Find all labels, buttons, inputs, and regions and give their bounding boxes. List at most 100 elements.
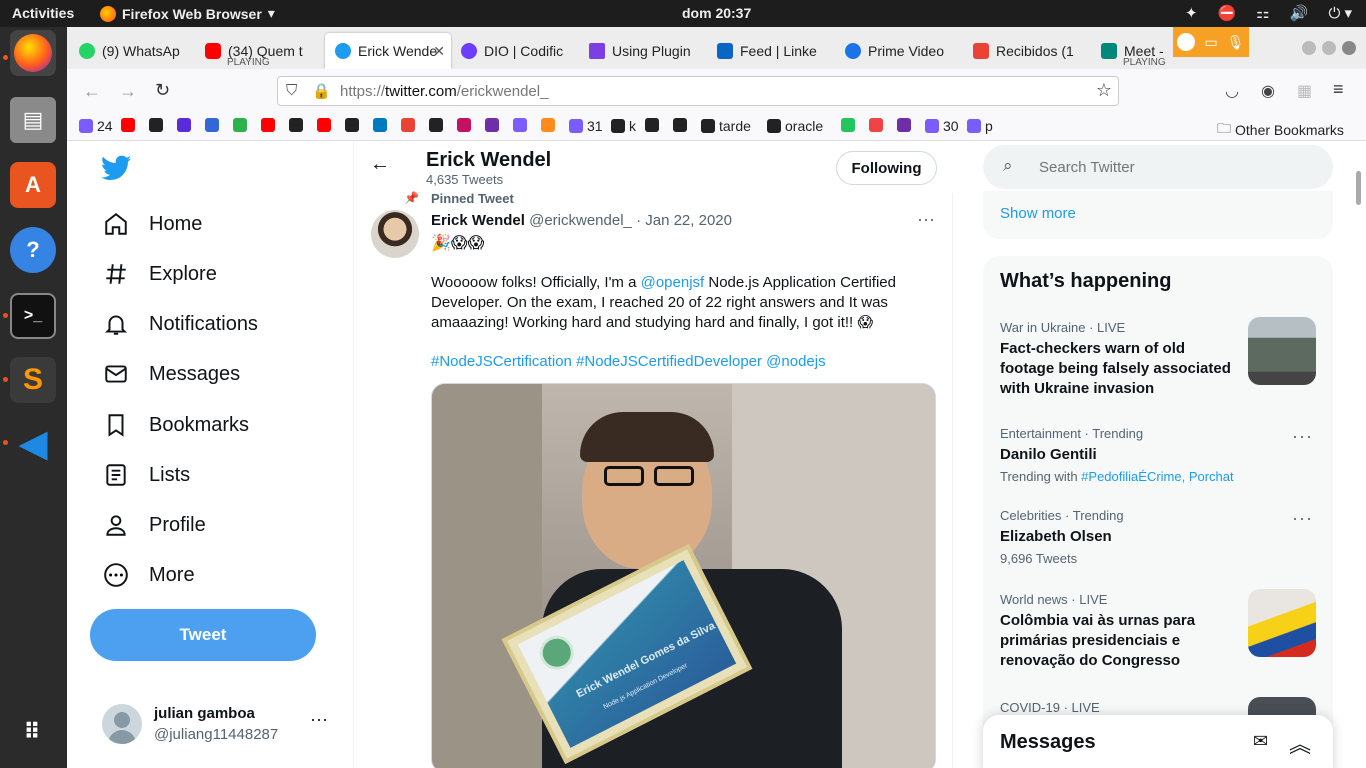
tab-8[interactable]: Meet - PLAYING [1091,33,1175,69]
nav-notifications[interactable]: Notifications [103,311,258,337]
bookmark-item[interactable] [317,118,335,132]
nav-bookmarks[interactable]: Bookmarks [103,412,249,438]
more-dots-icon[interactable]: ··· [1292,426,1313,447]
bookmark-item[interactable] [401,118,419,132]
bookmark-item[interactable]: 31 [569,118,603,134]
network-icon[interactable]: ⚏ [1256,4,1269,22]
back-arrow-icon[interactable]: ← [83,81,101,102]
files-dock-icon[interactable]: ▤ [10,97,56,143]
bookmark-item[interactable] [149,118,167,132]
extension-icon[interactable]: ▦ [1297,81,1312,101]
tab-5[interactable]: Feed | Linke [707,33,829,69]
trend-item[interactable]: Entertainment · Trending Danilo Gentili … [1000,426,1320,484]
firefox-dock-icon[interactable] [10,30,56,76]
scrollbar[interactable] [1356,171,1361,205]
tweet-button[interactable]: Tweet [90,609,316,661]
bookmark-item[interactable] [673,118,691,132]
bookmark-item[interactable] [841,118,859,132]
bookmark-item[interactable] [289,118,307,132]
bookmark-item[interactable] [645,118,663,132]
reload-icon[interactable]: ↻ [155,80,170,101]
close-tab-icon[interactable]: ✕ [433,43,445,60]
nav-lists[interactable]: Lists [103,462,190,488]
extension-icon[interactable]: ◉ [1261,81,1275,101]
mention-link[interactable]: @openjsf [641,274,705,291]
bookmark-item[interactable]: k [611,118,636,134]
search-box[interactable]: ⌕ [983,145,1333,189]
more-dots-icon[interactable]: ··· [310,709,328,730]
help-dock-icon[interactable]: ? [10,227,56,273]
back-arrow-icon[interactable]: ← [370,153,390,176]
tab-2[interactable]: Erick Wende ✕ [325,33,451,69]
tweet-photo[interactable]: Erick Wendel Gomes da Silva Node.js Appl… [431,383,936,768]
vscode-dock-icon[interactable]: ◀ [10,420,56,466]
more-dots-icon[interactable]: ··· [917,209,935,230]
account-switcher[interactable]: julian gamboa @juliang11448287 ··· [102,701,332,749]
nav-home[interactable]: Home [103,211,202,237]
nav-more[interactable]: More [103,562,195,588]
bookmark-item[interactable] [177,118,195,132]
following-button[interactable]: Following [836,151,937,185]
activities-button[interactable]: Activities [12,5,74,21]
close-window-button[interactable] [1342,41,1356,55]
bookmark-item[interactable] [485,118,503,132]
tab-7[interactable]: Recibidos (1 [963,33,1085,69]
tab-6[interactable]: Prime Video [835,33,957,69]
bookmark-item[interactable] [869,118,887,132]
tweet-author[interactable]: Erick Wendel @erickwendel_ · Jan 22, 202… [431,212,732,229]
bookmark-item[interactable]: oracle [767,118,823,134]
nav-messages[interactable]: Messages [103,361,240,387]
show-more-link[interactable]: Show more [1000,205,1076,222]
bookmark-item[interactable] [457,118,475,132]
minimize-button[interactable] [1302,41,1316,55]
no-entry-icon[interactable]: ⛔ [1218,4,1237,22]
bookmark-item[interactable] [121,118,139,132]
nav-profile[interactable]: Profile [103,512,206,538]
sharing-indicator[interactable]: ▭ 🎙 [1173,27,1249,57]
tab-1[interactable]: (34) Quem t PLAYING [195,33,317,69]
pocket-icon[interactable]: ◡ [1225,81,1239,101]
chevron-up-icon[interactable]: ︽ [1289,727,1311,759]
trend-item[interactable]: Celebrities · Trending Elizabeth Olsen 9… [1000,508,1320,566]
maximize-button[interactable] [1322,41,1336,55]
tab-4[interactable]: Using Plugin [579,33,703,69]
search-input[interactable] [1039,155,1309,179]
lock-icon[interactable]: 🔒 [312,82,331,100]
trend-links[interactable]: #PedofiliaÉCrime, Porchat [1081,469,1233,484]
twitter-logo-icon[interactable] [101,155,131,181]
bookmark-item[interactable] [541,118,559,132]
software-dock-icon[interactable]: A [10,162,56,208]
app-grid-button[interactable]: ⠿ [10,709,56,755]
bookmark-item[interactable] [429,118,447,132]
star-icon[interactable]: ☆ [1096,80,1112,101]
dropbox-icon[interactable]: ✦ [1185,4,1198,22]
tweet-avatar[interactable] [371,210,419,258]
bookmark-item[interactable] [897,118,915,132]
tab-0[interactable]: (9) WhatsAp [69,33,191,69]
tweet-date[interactable]: · Jan 22, 2020 [636,212,732,229]
author-name[interactable]: Erick Wendel [431,212,525,229]
forward-arrow-icon[interactable]: → [119,81,137,102]
clock[interactable]: dom 20:37 [682,5,751,21]
shield-icon[interactable]: ⛉ [286,82,297,99]
new-message-icon[interactable]: ✉ [1253,731,1268,752]
bookmark-item[interactable] [261,118,279,132]
bookmark-item[interactable] [233,118,251,132]
bookmark-item[interactable] [345,118,363,132]
volume-icon[interactable]: 🔊 [1290,4,1309,22]
more-dots-icon[interactable]: ··· [1292,508,1313,529]
menu-hamburger-icon[interactable]: ≡ [1333,79,1344,100]
bookmark-item[interactable] [373,118,391,132]
tab-3[interactable]: DIO | Codific [451,33,575,69]
bookmark-item[interactable]: p [967,118,993,134]
terminal-dock-icon[interactable]: >_ [10,293,56,339]
sublime-dock-icon[interactable]: S [10,357,56,403]
app-menu[interactable]: Firefox Web Browser ▾ [100,5,275,22]
hashtags[interactable]: #NodeJSCertification #NodeJSCertifiedDev… [431,353,826,370]
bookmark-item[interactable] [513,118,531,132]
bookmark-item[interactable]: tarde [701,118,751,134]
bookmark-item[interactable] [205,118,223,132]
url-bar[interactable]: ⛉ 🔒 https://twitter.com/erickwendel_ ☆ [277,76,1119,106]
bookmark-item[interactable]: 30 [925,118,959,134]
url-text[interactable]: https://twitter.com/erickwendel_ [340,83,548,100]
